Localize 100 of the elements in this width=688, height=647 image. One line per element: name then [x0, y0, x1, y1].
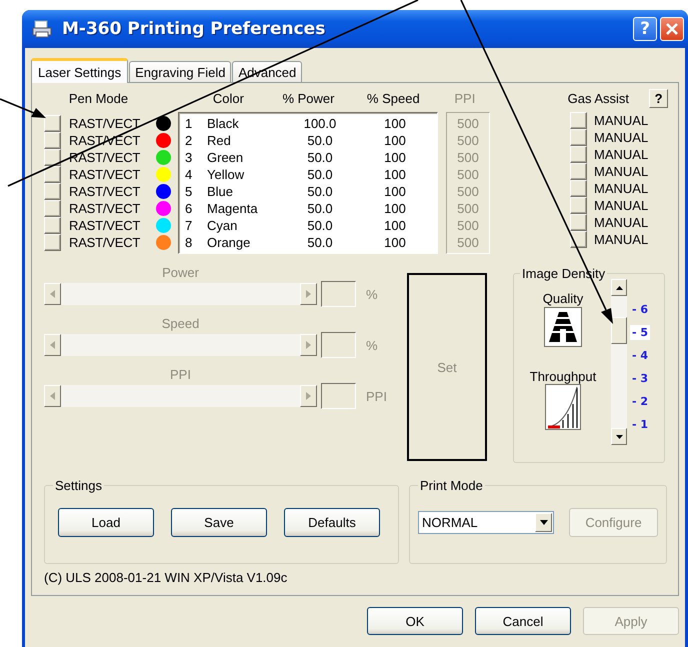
speed-value: 100 — [383, 218, 407, 233]
speed-value: 100 — [383, 184, 407, 199]
pen-list[interactable]: 1 Black 100.0 100 2 Red 50.0 100 3 Green 50.0 100 4 Yellow 50.0 100 5 Blue 50.0 100 6 Magenta 50.0 100 7 Cyan 50.0 100 8 Orange 50.0 100 — [178, 112, 438, 254]
left-arrow-icon — [50, 392, 55, 400]
density-scrollbar[interactable] — [611, 279, 627, 445]
density-tick[interactable]: - 2 — [630, 394, 650, 409]
unit-label: % — [366, 286, 378, 302]
slider-label: PPI — [170, 367, 191, 382]
gas-assist-label: MANUAL — [594, 113, 648, 128]
pen-number: 6 — [184, 201, 194, 216]
right-arrow-icon — [306, 341, 311, 349]
ppi-value: 500 — [457, 150, 479, 165]
slider-label: Speed — [162, 316, 200, 331]
group-label: Print Mode — [419, 478, 484, 493]
density-tick[interactable]: - 4 — [630, 348, 650, 363]
ppi-value: 500 — [457, 167, 479, 182]
quality-label: Quality — [542, 291, 584, 306]
group-label: Settings — [54, 478, 103, 493]
column-header: Color — [212, 90, 244, 106]
unit-label: % — [366, 338, 378, 352]
speed-value: 100 — [383, 167, 407, 182]
pen-name: Yellow — [207, 167, 246, 182]
speed-value: 100 — [383, 235, 407, 250]
close-icon — [665, 22, 679, 36]
pen-mode-label: RAST/VECT — [69, 150, 142, 165]
pen-name: Green — [207, 150, 244, 165]
power-value: 50.0 — [306, 184, 334, 199]
power-value: 50.0 — [306, 167, 334, 182]
power-value: 100.0 — [302, 116, 338, 131]
slider-label: Power — [162, 265, 199, 280]
density-tick[interactable]: - 3 — [630, 371, 650, 386]
tab[interactable]: Engraving Field — [129, 61, 232, 82]
power-value: 50.0 — [306, 150, 334, 165]
value-field — [321, 281, 356, 307]
pen-number: 8 — [184, 235, 194, 250]
gas-assist-label: MANUAL — [594, 232, 648, 247]
left-arrow-icon — [50, 290, 55, 298]
caret-icon — [540, 520, 548, 525]
power-value: 50.0 — [306, 201, 334, 216]
ppi-value: 500 — [457, 116, 479, 131]
pen-number: 7 — [184, 218, 194, 233]
density-tick[interactable]: - 5 — [630, 325, 650, 340]
gas-assist-button[interactable] — [570, 231, 587, 248]
pen-mode-label: RAST/VECT — [69, 218, 142, 233]
column-header: Gas Assist — [568, 90, 630, 106]
pen-name: Red — [207, 133, 232, 148]
speed-value: 100 — [383, 201, 407, 216]
gas-assist-label: MANUAL — [594, 198, 648, 213]
density-tick[interactable]: - 1 — [630, 417, 650, 432]
speed-value: 100 — [383, 150, 407, 165]
tab[interactable]: Laser Settings — [31, 58, 128, 83]
slider-thumb[interactable] — [611, 317, 627, 344]
speed-value: 100 — [383, 116, 407, 131]
pen-number: 1 — [184, 116, 194, 131]
value-field — [321, 383, 356, 409]
pen-number: 3 — [184, 150, 194, 165]
settings-button[interactable]: Save — [171, 508, 267, 537]
ppi-value: 500 — [457, 133, 479, 148]
pen-mode-label: RAST/VECT — [69, 167, 142, 182]
ppi-value: 500 — [457, 235, 479, 250]
pen-name: Magenta — [207, 201, 259, 216]
pen-name: Cyan — [207, 218, 238, 233]
help-button[interactable]: ? — [649, 88, 668, 108]
pen-mode-label: RAST/VECT — [69, 184, 142, 199]
column-header: % Power — [282, 90, 334, 106]
power-value: 50.0 — [306, 235, 334, 250]
left-arrow-icon — [50, 341, 55, 349]
column-header: PPI — [454, 90, 476, 106]
column-header: Pen Mode — [68, 90, 128, 106]
dialog-button[interactable]: OK — [367, 607, 463, 635]
power-value: 50.0 — [306, 133, 334, 148]
unit-label: PPI — [366, 388, 387, 404]
window-title: M-360 Printing Preferences — [62, 19, 326, 39]
settings-button[interactable]: Load — [58, 508, 154, 537]
close-button[interactable] — [660, 17, 684, 41]
ppi-value: 500 — [457, 184, 479, 199]
gas-assist-label: MANUAL — [594, 164, 648, 179]
pen-number: 2 — [184, 133, 194, 148]
version-text: (C) ULS 2008-01-21 WIN XP/Vista V1.09c — [44, 570, 288, 585]
down-arrow-icon — [616, 434, 622, 438]
settings-button[interactable]: Defaults — [284, 508, 380, 537]
pen-name: Orange — [207, 235, 252, 250]
ppi-value: 500 — [457, 201, 479, 216]
density-tick[interactable]: - 6 — [630, 302, 650, 317]
power-value: 50.0 — [306, 218, 334, 233]
pen-number: 4 — [184, 167, 194, 182]
pen-mode-button[interactable] — [44, 166, 61, 183]
pen-mode-label: RAST/VECT — [69, 116, 142, 131]
up-arrow-icon — [616, 286, 622, 290]
pen-name: Blue — [207, 184, 234, 199]
gas-assist-label: MANUAL — [594, 130, 648, 145]
print-mode-dropdown[interactable]: NORMAL — [418, 511, 554, 534]
value-field — [321, 332, 356, 358]
column-header: % Speed — [366, 90, 420, 106]
dialog-button[interactable]: Cancel — [475, 607, 571, 635]
curve-chart-icon — [545, 384, 581, 430]
pen-number: 5 — [184, 184, 194, 199]
annotation-arrow — [0, 98, 46, 118]
pen-mode-button[interactable] — [44, 149, 61, 166]
right-arrow-icon — [306, 290, 311, 298]
